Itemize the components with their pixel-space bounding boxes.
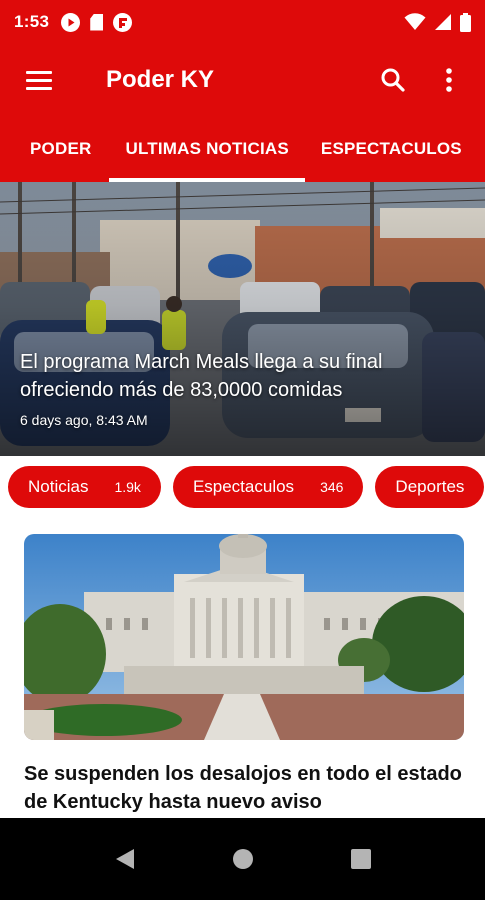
app-title: Poder KY [106,66,215,93]
recents-icon[interactable] [350,848,372,870]
tab-espectaculos[interactable]: ESPECTACULOS [321,116,462,182]
home-icon[interactable] [232,848,254,870]
category-chip-espectaculos[interactable]: Espectaculos 346 [172,466,364,508]
menu-icon[interactable] [26,58,70,102]
tab-bar: PODER ULTIMAS NOTICIAS ESPECTACULOS [0,116,485,182]
system-nav-bar [0,818,485,900]
screen: 1:53 Poder KY PODER ULTIMAS NOTICIAS ESP… [0,0,485,900]
article-title: Se suspenden los desalojos en todo el es… [24,763,462,813]
category-chips: Noticias 1.9k Espectaculos 346 Deportes [0,456,485,518]
tab-label: ESPECTACULOS [320,139,462,158]
chip-label: Noticias [28,477,89,496]
chip-count: 1.9k [114,479,141,495]
flipboard-icon [113,12,133,32]
tab-ultimas-noticias[interactable]: ULTIMAS NOTICIAS [109,116,305,182]
chip-label: Espectaculos [192,477,295,496]
chip-label: Deportes [395,477,465,496]
back-icon[interactable] [114,847,136,871]
tab-poder[interactable]: PODER [30,116,91,182]
category-chip-noticias[interactable]: Noticias 1.9k [8,466,161,508]
chip-count: 346 [320,479,344,495]
status-time: 1:53 [14,12,50,31]
signal-icon [435,14,451,30]
search-icon[interactable] [375,62,411,98]
wifi-icon [404,13,426,30]
more-vert-icon[interactable] [431,62,467,98]
play-circle-icon [61,12,81,32]
status-bar: 1:53 [0,0,485,44]
featured-story[interactable]: El programa March Meals llega a su final… [0,182,485,456]
article-image [24,534,464,740]
status-system-icons [404,12,471,32]
status-notification-icons [61,12,133,32]
featured-story-title: El programa March Meals llega a su final… [20,351,383,401]
sd-card-icon [90,13,104,31]
app-bar: Poder KY [0,44,485,116]
featured-story-timestamp: 6 days ago, 8:43 AM [20,412,148,428]
battery-icon [460,12,471,32]
category-chip-deportes[interactable]: Deportes [375,466,485,508]
tab-label: PODER [30,139,92,158]
app-bar-actions [375,62,467,98]
tab-label: ULTIMAS NOTICIAS [125,139,289,158]
